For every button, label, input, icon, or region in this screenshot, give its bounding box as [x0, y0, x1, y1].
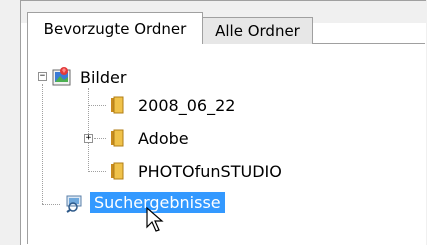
tree-line — [88, 88, 89, 172]
folder-icon — [108, 160, 130, 182]
search-results-icon — [64, 191, 86, 213]
tree-line — [94, 138, 106, 139]
pictures-folder-icon — [50, 66, 72, 88]
tree-node-photofunstudio[interactable]: PHOTOfunSTUDIO — [108, 160, 282, 182]
tree-node-label: 2008_06_22 — [138, 95, 236, 115]
folder-icon — [108, 127, 130, 149]
folder-tree[interactable]: − Bilder 2008_06_22 + Adobe PHOTOfunSTUD… — [27, 43, 425, 244]
mouse-pointer-icon — [146, 207, 164, 232]
tree-node-label: Bilder — [80, 67, 127, 87]
tree-node-adobe[interactable]: Adobe — [108, 127, 189, 149]
tree-node-label: PHOTOfunSTUDIO — [138, 161, 282, 181]
collapse-toggle[interactable]: − — [38, 72, 47, 81]
tree-node-suchergebnisse[interactable]: Suchergebnisse — [64, 191, 225, 213]
tree-node-label: Adobe — [138, 128, 189, 148]
tree-node-bilder[interactable]: Bilder — [50, 66, 126, 88]
tree-node-2008-06-22[interactable]: 2008_06_22 — [108, 94, 235, 116]
tab-all-folders[interactable]: Alle Ordner — [202, 17, 313, 44]
tree-line — [88, 105, 106, 106]
tab-label: Alle Ordner — [215, 22, 300, 40]
tree-line — [88, 171, 106, 172]
tree-line — [42, 84, 43, 204]
folder-icon — [108, 94, 130, 116]
tab-favorite-folders[interactable]: Bevorzugte Ordner — [27, 12, 203, 44]
tree-line — [42, 204, 60, 205]
tab-label: Bevorzugte Ordner — [43, 19, 187, 38]
expand-toggle[interactable]: + — [84, 134, 93, 143]
